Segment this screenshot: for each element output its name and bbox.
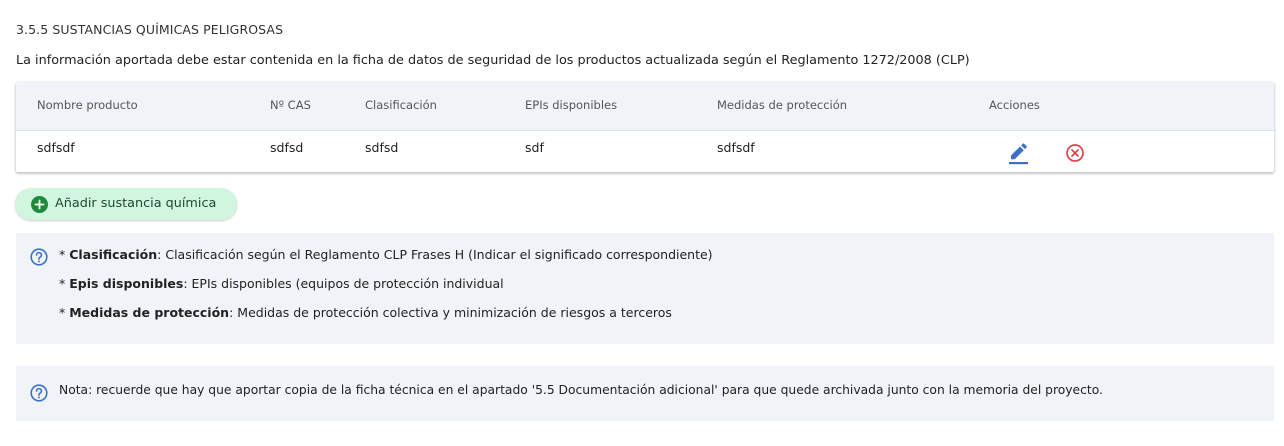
delete-button[interactable]	[1065, 143, 1085, 163]
add-substance-label: Añadir sustancia química	[55, 196, 217, 211]
plus-circle-icon	[31, 196, 48, 213]
header-classification: Clasificación	[365, 98, 437, 112]
substances-table: Nombre producto Nº CAS Clasificación EPI…	[16, 82, 1274, 172]
section-intro: La información aportada debe estar conte…	[16, 53, 970, 68]
edit-button[interactable]	[1006, 141, 1030, 165]
info-panel: * Clasificación: Clasificación según el …	[16, 233, 1274, 344]
question-circle-icon	[30, 384, 48, 402]
pencil-icon	[1009, 143, 1028, 165]
close-circle-icon	[1066, 144, 1084, 162]
table-header: Nombre producto Nº CAS Clasificación EPI…	[16, 82, 1274, 131]
header-epis: EPIs disponibles	[525, 98, 618, 112]
cell-measures: sdfsdf	[717, 140, 755, 155]
header-measures: Medidas de protección	[717, 98, 848, 112]
cell-product: sdfsdf	[37, 140, 75, 155]
add-substance-button[interactable]: Añadir sustancia química	[15, 188, 237, 220]
note-text: Nota: recuerde que hay que aportar copia…	[59, 383, 1103, 397]
info-classification: * Clasificación: Clasificación según el …	[59, 247, 713, 262]
question-circle-icon	[30, 248, 48, 266]
section-title: 3.5.5 SUSTANCIAS QUÍMICAS PELIGROSAS	[16, 22, 284, 37]
cell-cas: sdfsd	[270, 140, 304, 155]
cell-epis: sdf	[525, 140, 544, 155]
header-product: Nombre producto	[37, 98, 138, 112]
cell-classification: sdfsd	[365, 140, 399, 155]
info-measures: * Medidas de protección: Medidas de prot…	[59, 305, 672, 320]
note-panel: Nota: recuerde que hay que aportar copia…	[16, 366, 1274, 421]
info-epis: * Epis disponibles: EPIs disponibles (eq…	[59, 276, 504, 291]
table-row: sdfsdf sdfsd sdfsd sdf sdfsdf	[16, 131, 1274, 172]
header-actions: Acciones	[989, 98, 1040, 112]
header-cas: Nº CAS	[270, 98, 311, 112]
page: 3.5.5 SUSTANCIAS QUÍMICAS PELIGROSAS La …	[0, 0, 1284, 446]
